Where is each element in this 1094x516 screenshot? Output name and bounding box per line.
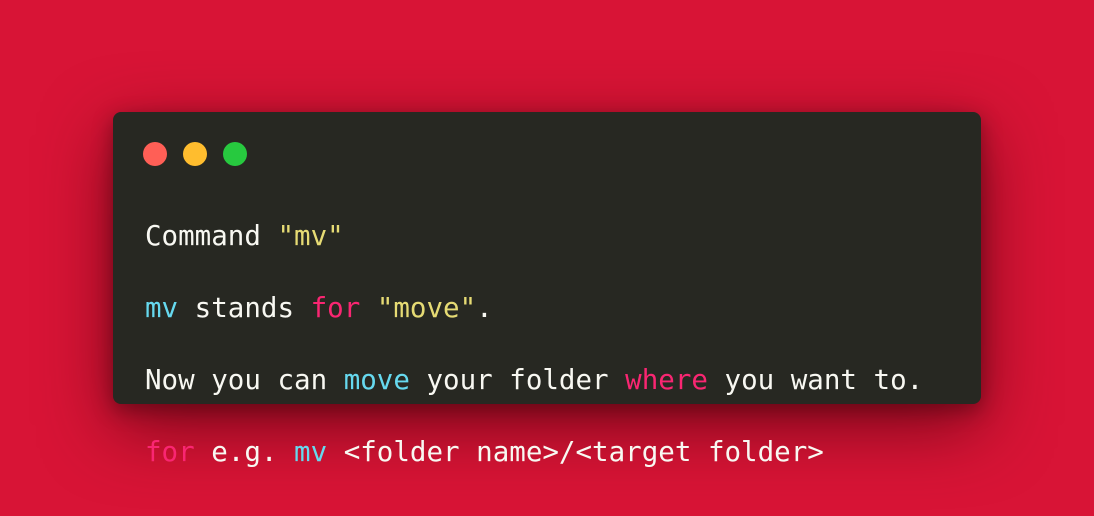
minimize-window-icon[interactable]	[183, 142, 207, 166]
close-window-icon[interactable]	[143, 142, 167, 166]
code-line-4: for e.g. mv <folder name>/<target folder…	[145, 434, 923, 470]
code-window: Command "mv" mv stands for "move". Now y…	[113, 112, 981, 468]
code-token: Now you can	[145, 364, 344, 396]
code-token: you want to.	[707, 364, 924, 396]
code-token: mv	[294, 436, 328, 468]
code-token: "mv"	[277, 220, 344, 252]
code-token: for	[310, 292, 361, 324]
code-token: mv	[145, 292, 179, 324]
code-line-2: mv stands for "move".	[145, 290, 923, 326]
code-token: move	[343, 364, 410, 396]
code-line-3: Now you can move your folder where you w…	[145, 362, 923, 398]
maximize-window-icon[interactable]	[223, 142, 247, 166]
code-token: .	[476, 292, 493, 324]
code-line-1: Command "mv"	[145, 218, 923, 254]
code-token: <folder name>/<target folder>	[327, 436, 824, 468]
code-token: Command	[145, 220, 278, 252]
window-controls	[143, 142, 247, 166]
code-token: for	[145, 436, 195, 468]
code-token: stands	[178, 292, 311, 324]
code-token: your folder	[409, 364, 626, 396]
code-token: where	[625, 364, 708, 396]
code-block: Command "mv" mv stands for "move". Now y…	[145, 218, 923, 470]
code-token: e.g.	[194, 436, 295, 468]
code-token: "move"	[376, 292, 477, 324]
